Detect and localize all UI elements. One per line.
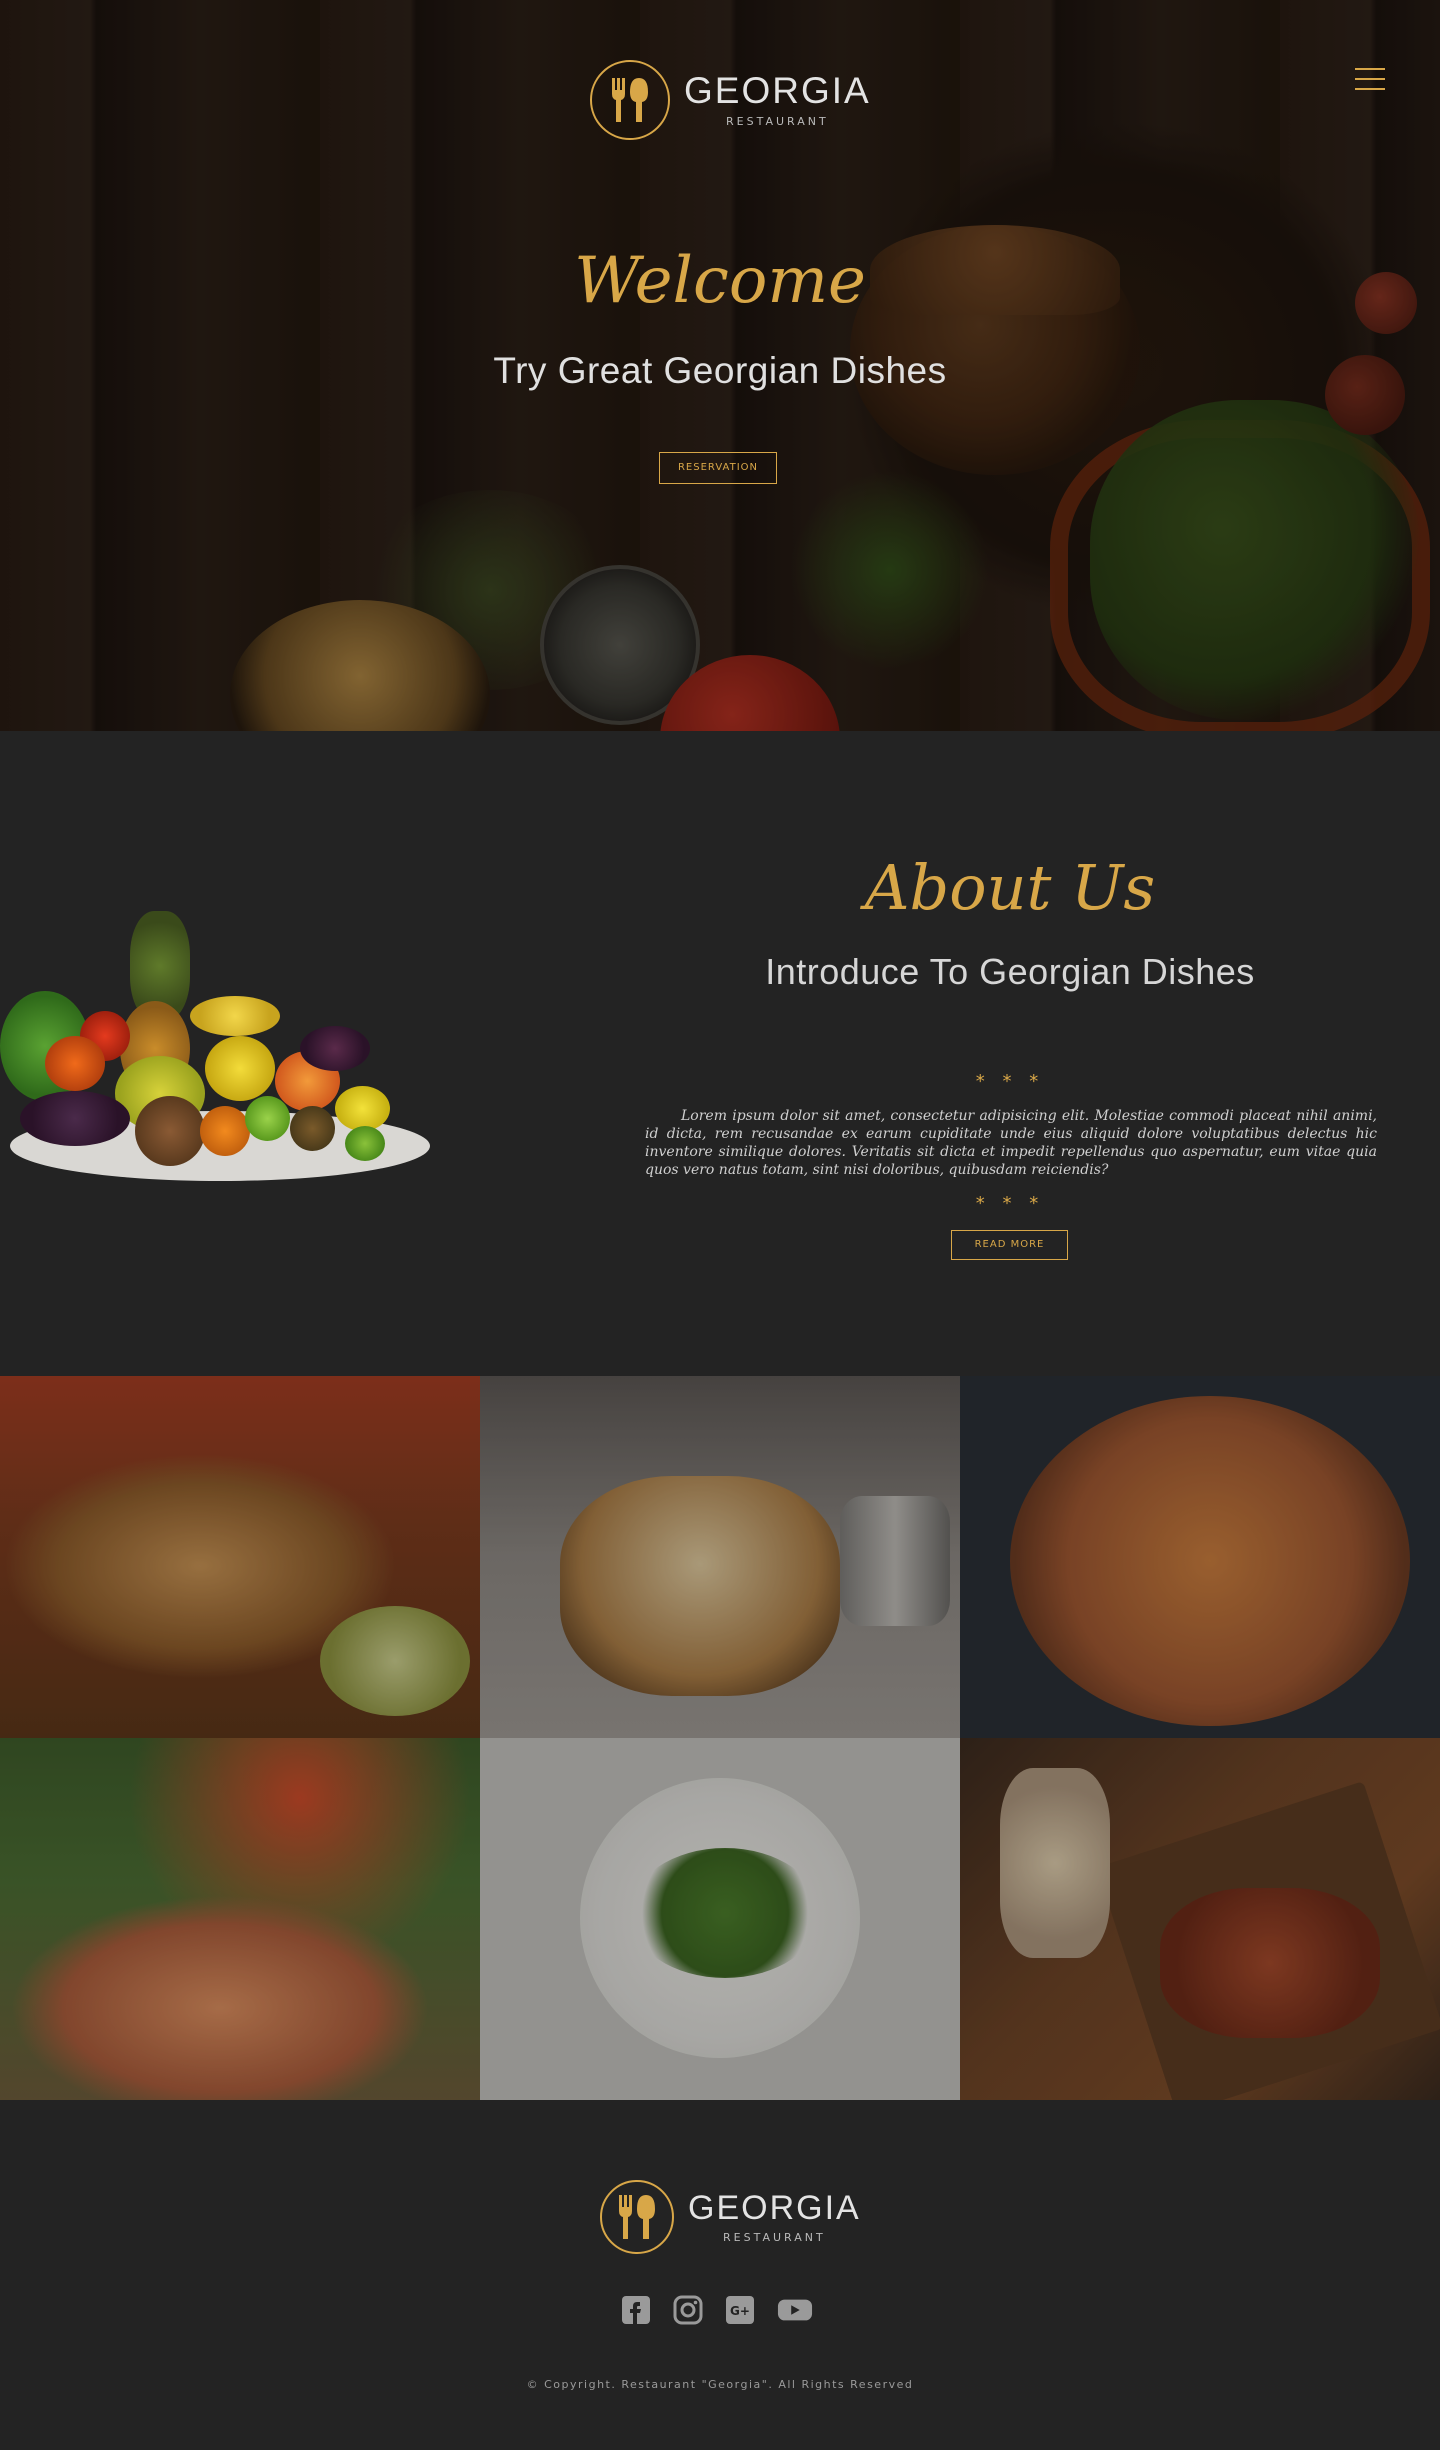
eggplant [20,1091,130,1146]
reservation-button[interactable]: RESERVATION [659,452,777,484]
fork-spoon-icon [612,78,648,122]
gallery-tile-pizza[interactable] [960,1376,1440,1738]
hero-section: GEORGIA RESTAURANT Welcome Try Great Geo… [0,0,1440,731]
brand-name: GEORGIA [688,2188,861,2227]
social-links: G+ [620,2294,814,2326]
gallery-tile-pancakes[interactable] [480,1376,960,1738]
header-logo[interactable]: GEORGIA RESTAURANT [590,60,871,140]
youtube-icon[interactable] [776,2294,814,2326]
brand-subtitle: RESTAURANT [723,2230,826,2244]
about-body: Lorem ipsum dolor sit amet, consectetur … [645,1108,1377,1178]
footer: GEORGIA RESTAURANT G+ © Copyright. Resta… [0,2100,1440,2450]
banana [190,996,280,1036]
gallery-tile-burrito[interactable] [0,1376,480,1738]
fork-spoon-icon [619,2195,655,2239]
lemon [205,1036,275,1101]
gallery-tile-avocado-toast[interactable] [480,1738,960,2100]
tile-overlay [480,1376,960,1738]
fruit-basket-image [0,911,430,1201]
lemon [335,1086,390,1131]
tile-overlay [0,1376,480,1738]
lime [345,1126,385,1161]
coconut [135,1096,205,1166]
brand-name: GEORGIA [684,70,871,111]
stars-divider: * * * [975,1071,1045,1092]
orange [200,1106,250,1156]
food-gallery [0,1376,1440,2100]
logo-emblem [600,2180,674,2254]
about-title: About Us [864,851,1156,924]
orange-pepper [45,1036,105,1091]
brand-subtitle: RESTAURANT [726,115,829,128]
facebook-icon[interactable] [620,2294,652,2326]
grapes [300,1026,370,1071]
hamburger-menu-icon[interactable] [1355,68,1385,92]
hero-welcome: Welcome [574,244,866,318]
footer-logo[interactable]: GEORGIA RESTAURANT [600,2180,861,2254]
tile-overlay [0,1738,480,2100]
tile-overlay [480,1738,960,2100]
read-more-button[interactable]: READ MORE [951,1230,1068,1260]
google-plus-icon[interactable]: G+ [724,2294,756,2326]
instagram-icon[interactable] [672,2294,704,2326]
svg-text:G+: G+ [730,2304,750,2318]
tile-overlay [960,1738,1440,2100]
logo-emblem [590,60,670,140]
copyright-text: © Copyright. Restaurant "Georgia". All R… [526,2378,914,2391]
gallery-tile-grilled-salmon[interactable] [960,1738,1440,2100]
hero-tagline: Try Great Georgian Dishes [493,350,947,391]
tile-overlay [960,1376,1440,1738]
about-subtitle: Introduce To Georgian Dishes [765,951,1255,992]
gallery-tile-salmon-salad[interactable] [0,1738,480,2100]
stars-divider: * * * [975,1193,1045,1214]
apple [245,1096,290,1141]
kiwi [290,1106,335,1151]
about-section: About Us Introduce To Georgian Dishes * … [0,731,1440,1376]
